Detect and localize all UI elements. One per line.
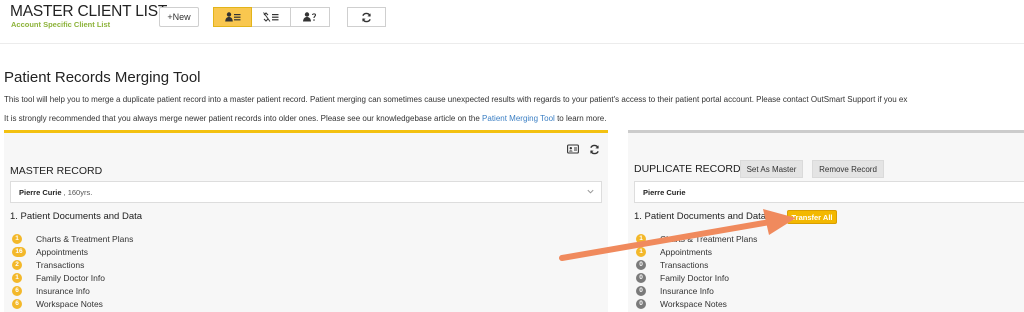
- duplicate-items-list: 1 Charts & Treatment Plans 1 Appointments …: [636, 232, 757, 310]
- count-badge: 0: [636, 285, 646, 296]
- count-badge: 2: [12, 259, 22, 270]
- view-unlinked-list-button[interactable]: [252, 7, 291, 27]
- count-badge: 16: [12, 246, 26, 257]
- duplicate-record-heading: DUPLICATE RECORD: [634, 163, 741, 175]
- item-label: Family Doctor Info: [36, 272, 105, 283]
- item-label: Appointments: [660, 246, 712, 257]
- count-badge: 1: [636, 246, 646, 257]
- top-bar: MASTER CLIENT LIST Account Specific Clie…: [0, 0, 1024, 44]
- count-badge: 1: [12, 272, 22, 283]
- count-badge: 0: [636, 272, 646, 283]
- transfer-all-button[interactable]: Transfer All: [787, 210, 837, 224]
- item-label: Appointments: [36, 246, 88, 257]
- patient-merging-tool-link[interactable]: Patient Merging Tool: [482, 114, 555, 123]
- recommendation-text-before: It is strongly recommended that you alwa…: [4, 114, 483, 123]
- set-as-master-button[interactable]: Set As Master: [740, 160, 803, 178]
- recommendation-text-after: to learn more.: [554, 114, 607, 123]
- list-item: 1 Charts & Treatment Plans: [636, 232, 757, 245]
- item-label: Family Doctor Info: [660, 272, 729, 283]
- list-item: 0 Family Doctor Info: [636, 271, 757, 284]
- list-item: 1 Charts & Treatment Plans: [12, 232, 133, 245]
- list-item: 0 Insurance Info: [636, 284, 757, 297]
- count-badge: 1: [636, 233, 646, 244]
- count-badge: 6: [12, 298, 22, 309]
- list-item: 1 Family Doctor Info: [12, 271, 133, 284]
- master-patient-select[interactable]: Pierre Curie, 160yrs.: [10, 181, 602, 203]
- new-button[interactable]: +New: [159, 7, 199, 27]
- app-title: MASTER CLIENT LIST: [10, 3, 168, 20]
- person-list-icon: [224, 12, 240, 22]
- list-item: 0 Workspace Notes: [636, 297, 757, 310]
- item-label: Insurance Info: [660, 285, 714, 296]
- item-label: Transactions: [36, 259, 85, 270]
- count-badge: 1: [12, 233, 22, 244]
- list-item: 16 Appointments: [12, 245, 133, 258]
- master-patient-age: , 160yrs.: [63, 187, 93, 197]
- list-item: 6 Insurance Info: [12, 284, 133, 297]
- count-badge: 0: [636, 259, 646, 270]
- refresh-button[interactable]: [347, 7, 386, 27]
- recommendation-text: It is strongly recommended that you alwa…: [4, 114, 606, 123]
- master-section-title: 1. Patient Documents and Data: [10, 211, 143, 222]
- duplicate-section-title: 1. Patient Documents and Data: [634, 211, 767, 222]
- view-person-question-button[interactable]: [291, 7, 330, 27]
- item-label: Insurance Info: [36, 285, 90, 296]
- count-badge: 6: [12, 285, 22, 296]
- item-label: Workspace Notes: [36, 298, 103, 309]
- refresh-icon[interactable]: [589, 144, 600, 155]
- item-label: Charts & Treatment Plans: [660, 233, 758, 244]
- master-patient-name: Pierre Curie: [19, 187, 62, 197]
- item-label: Charts & Treatment Plans: [36, 233, 134, 244]
- duplicate-patient-name: Pierre Curie: [643, 187, 686, 197]
- unlinked-list-icon: [263, 12, 279, 22]
- refresh-icon: [362, 12, 371, 22]
- count-badge: 0: [636, 298, 646, 309]
- person-question-icon: [303, 12, 317, 22]
- master-record-panel: MASTER RECORD Pierre Curie, 160yrs. 1. P…: [4, 130, 608, 312]
- chevron-down-icon: [587, 189, 594, 194]
- item-label: Workspace Notes: [660, 298, 727, 309]
- master-record-heading: MASTER RECORD: [10, 165, 103, 177]
- list-item: 2 Transactions: [12, 258, 133, 271]
- remove-record-button[interactable]: Remove Record: [812, 160, 884, 178]
- app-subtitle: Account Specific Client List: [11, 20, 111, 29]
- list-item: 1 Appointments: [636, 245, 757, 258]
- list-item: 0 Transactions: [636, 258, 757, 271]
- intro-text: This tool will help you to merge a dupli…: [4, 95, 908, 104]
- master-items-list: 1 Charts & Treatment Plans 16 Appointments…: [12, 232, 133, 310]
- id-card-icon[interactable]: [567, 144, 579, 154]
- list-item: 6 Workspace Notes: [12, 297, 133, 310]
- view-person-list-button[interactable]: [213, 7, 252, 27]
- view-toggle-group: [213, 7, 330, 27]
- item-label: Transactions: [660, 259, 709, 270]
- duplicate-patient-select[interactable]: Pierre Curie: [634, 181, 1024, 203]
- master-panel-tools: [567, 144, 600, 155]
- page-title: Patient Records Merging Tool: [4, 69, 201, 86]
